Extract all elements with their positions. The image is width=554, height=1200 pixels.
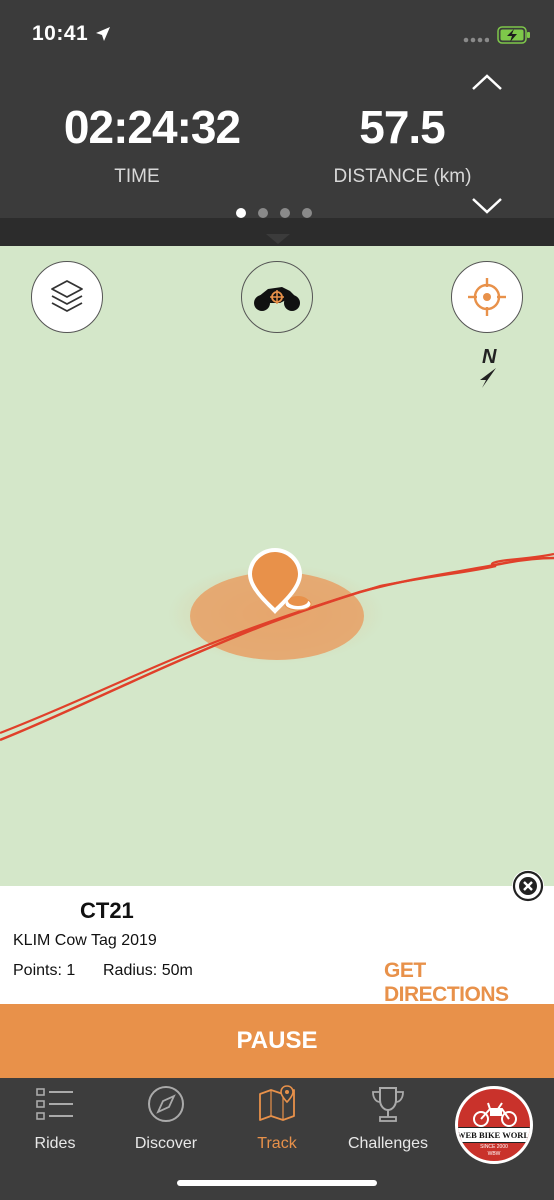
pointer-notch xyxy=(266,234,290,244)
watermark-mono: WBW xyxy=(487,1151,501,1157)
list-icon xyxy=(36,1088,73,1120)
signal-icon xyxy=(463,37,489,43)
map-icon xyxy=(259,1085,295,1121)
challenge-radius: Radius: 50m xyxy=(103,962,193,979)
tab-label: Discover xyxy=(134,1135,198,1152)
battery-icon xyxy=(497,26,530,44)
compass-north-indicator[interactable]: N xyxy=(474,346,504,392)
rider-view-button[interactable] xyxy=(241,261,313,333)
watermark-motorcycle-icon xyxy=(473,1102,517,1127)
location-arrow-icon xyxy=(96,27,110,41)
map-layers-button[interactable] xyxy=(31,261,103,333)
tab-challenges[interactable]: Challenges xyxy=(333,1084,443,1153)
watermark-since: SINCE 2000 xyxy=(480,1144,508,1150)
get-directions-button[interactable]: GET DIRECTIONS xyxy=(384,959,554,1007)
distance-label: DISTANCE (km) xyxy=(333,166,472,187)
tab-track[interactable]: Track xyxy=(222,1084,332,1153)
challenge-pin-icon[interactable] xyxy=(246,546,318,620)
page-dot[interactable] xyxy=(236,208,246,218)
page-indicator[interactable] xyxy=(236,208,312,218)
tab-discover[interactable]: Discover xyxy=(111,1084,221,1153)
status-time: 10:41 xyxy=(32,22,89,45)
time-label: TIME xyxy=(114,166,160,187)
home-indicator[interactable] xyxy=(177,1180,377,1186)
challenge-name: KLIM Cow Tag 2019 xyxy=(13,932,157,949)
challenge-code: CT21 xyxy=(80,898,134,923)
layers-icon xyxy=(51,280,83,312)
tab-label: Challenges xyxy=(347,1135,429,1152)
locate-me-button[interactable] xyxy=(451,261,523,333)
motorcycle-icon xyxy=(254,287,300,311)
page-dot[interactable] xyxy=(280,208,290,218)
watermark-title: WEB BIKE WORLD xyxy=(458,1127,530,1143)
map-view[interactable]: N xyxy=(0,246,554,886)
close-icon[interactable] xyxy=(511,869,545,903)
time-value: 02:24:32 xyxy=(63,101,241,153)
pause-button[interactable]: PAUSE xyxy=(0,1004,554,1078)
trophy-icon xyxy=(372,1087,404,1122)
page-dot[interactable] xyxy=(258,208,268,218)
chevron-up-icon[interactable] xyxy=(470,72,504,92)
webbikeworld-watermark: WEB BIKE WORLD SINCE 2000 WBW xyxy=(455,1086,533,1164)
page-dot[interactable] xyxy=(302,208,312,218)
tab-label: Rides xyxy=(34,1135,76,1152)
challenge-points: Points: 1 xyxy=(13,962,76,979)
tab-label: Track xyxy=(257,1135,297,1152)
crosshair-icon xyxy=(468,278,506,316)
north-arrow-icon xyxy=(480,368,496,388)
tab-rides[interactable]: Rides xyxy=(0,1084,110,1153)
compass-icon xyxy=(148,1086,184,1122)
chevron-down-icon[interactable] xyxy=(470,196,504,216)
distance-value: 57.5 xyxy=(359,101,446,153)
